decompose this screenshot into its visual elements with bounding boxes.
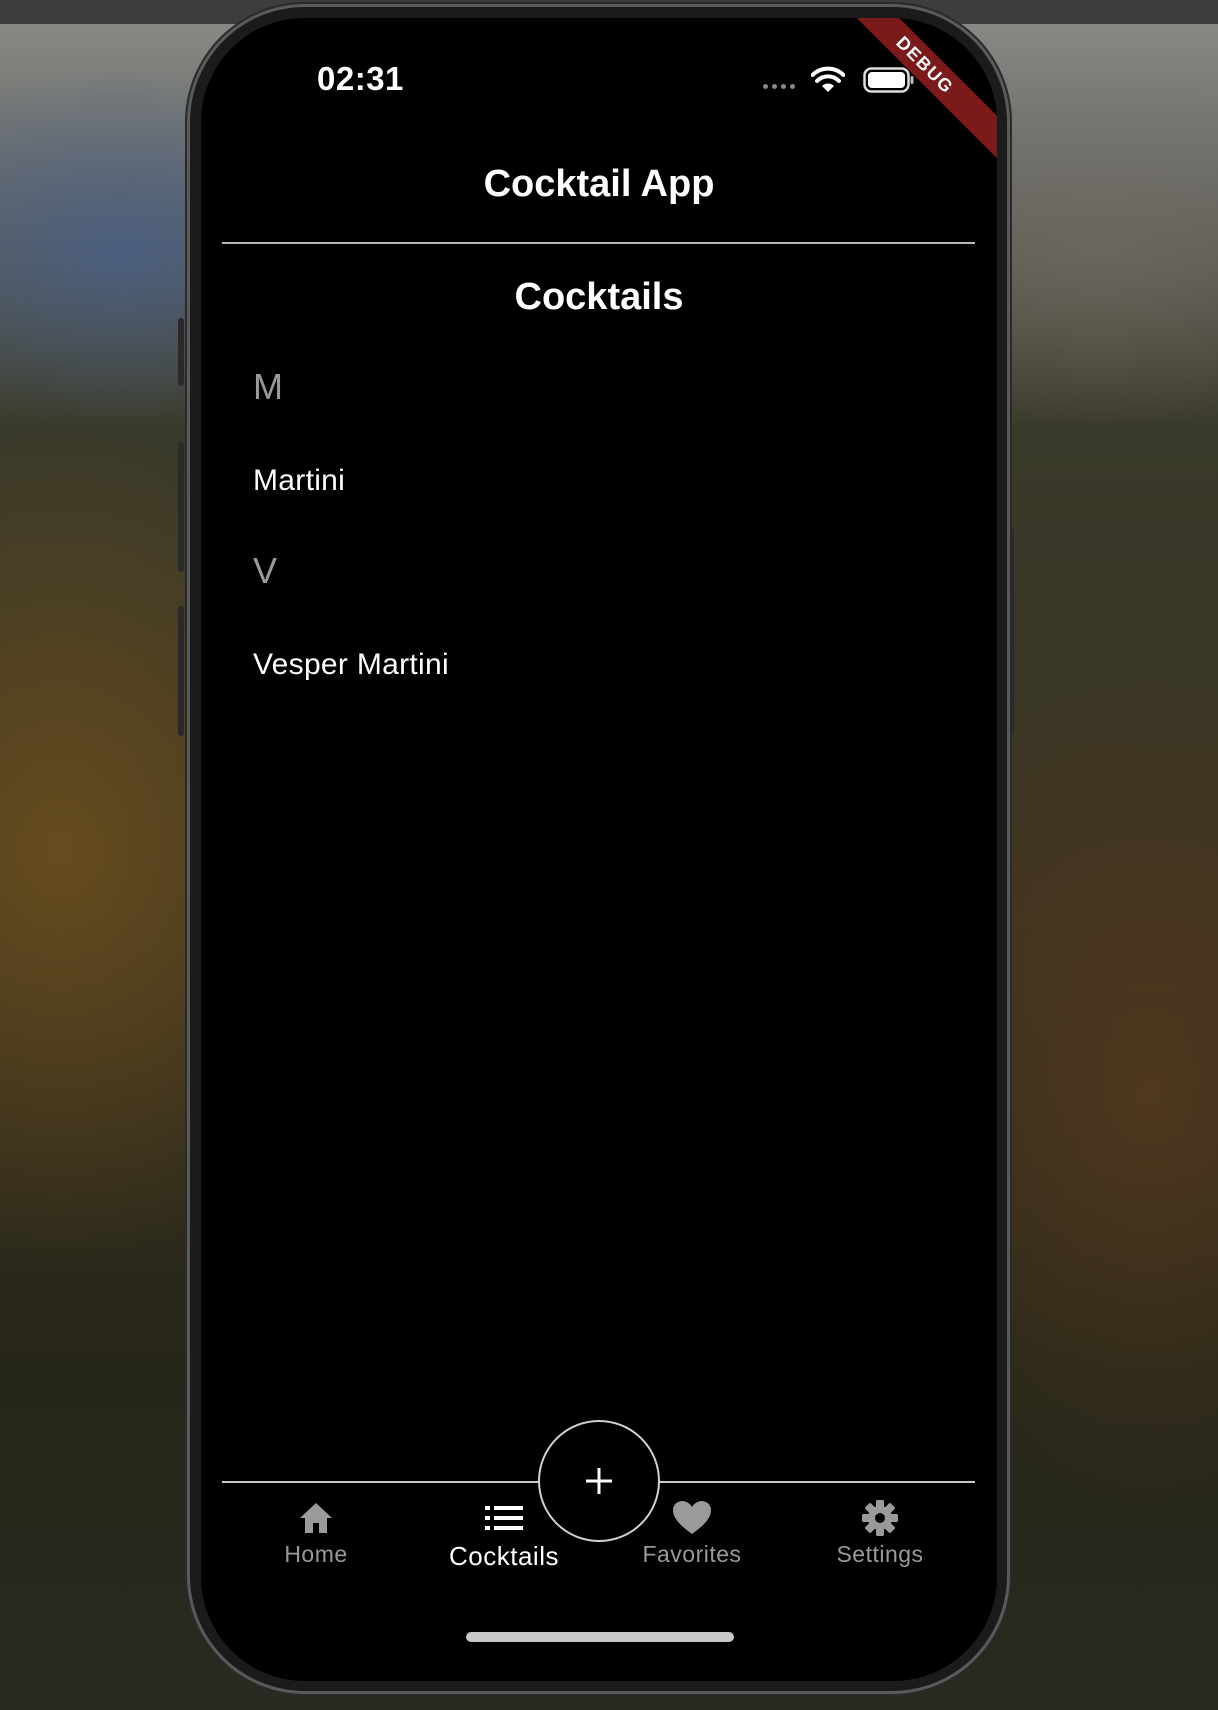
- cocktail-list-item-vesper-martini[interactable]: Vesper Martini: [253, 648, 449, 682]
- phone-volume-down-button: [178, 606, 184, 736]
- signal-dots-icon: [763, 84, 795, 89]
- wifi-icon: [811, 66, 845, 92]
- home-icon: [300, 1503, 332, 1533]
- nav-label-cocktails: Cocktails: [449, 1541, 559, 1571]
- app-bar-title: Cocktail App: [483, 163, 715, 205]
- nav-label-home: Home: [284, 1541, 348, 1567]
- phone-action-button: [178, 318, 184, 386]
- phone-screen: 02:31 DEBUG Cocktail App Cocktails M Mar…: [201, 18, 997, 1681]
- plus-icon: [586, 1468, 612, 1494]
- home-indicator[interactable]: [466, 1632, 734, 1642]
- nav-item-home[interactable]: Home: [231, 1498, 401, 1568]
- list-icon: [485, 1506, 523, 1530]
- nav-item-cocktails[interactable]: Cocktails: [419, 1498, 589, 1572]
- bottom-nav-divider-right: [652, 1481, 975, 1483]
- status-bar-time: 02:31: [317, 60, 404, 97]
- bottom-nav-divider-left: [222, 1481, 542, 1483]
- nav-label-favorites: Favorites: [642, 1541, 742, 1567]
- cocktail-list-item-martini[interactable]: Martini: [253, 464, 345, 498]
- section-header-m: M: [253, 366, 283, 407]
- battery-icon: [863, 67, 914, 93]
- nav-label-settings: Settings: [836, 1541, 924, 1567]
- gear-icon: [862, 1500, 898, 1536]
- page-title: Cocktails: [514, 276, 684, 318]
- nav-item-settings[interactable]: Settings: [795, 1498, 965, 1568]
- nav-item-favorites[interactable]: Favorites: [607, 1498, 777, 1568]
- phone-volume-up-button: [178, 442, 184, 572]
- heart-icon: [673, 1501, 711, 1534]
- section-header-v: V: [253, 550, 278, 591]
- app-bar-divider: [222, 242, 975, 244]
